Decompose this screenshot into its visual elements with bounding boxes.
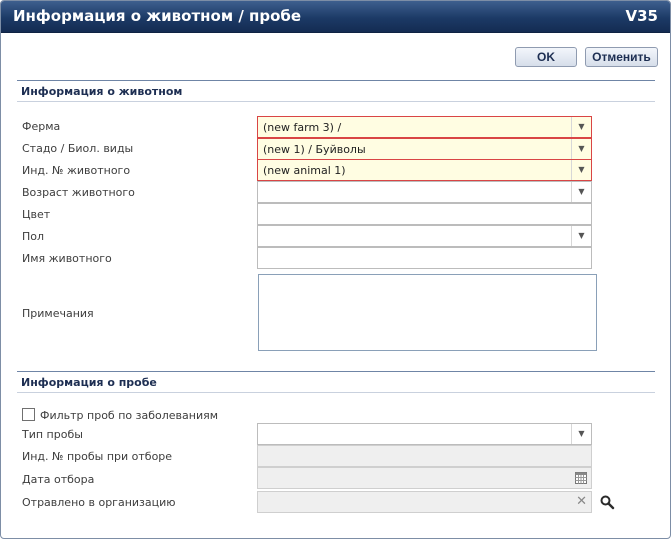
cancel-button[interactable]: Отменить — [585, 47, 658, 67]
field-sample-id-input[interactable] — [257, 445, 592, 467]
version-label: V35 — [625, 7, 658, 25]
color-label: Цвет — [22, 208, 51, 221]
collection-date-input[interactable] — [257, 467, 592, 489]
field-sample-id-label: Инд. № пробы при отборе — [22, 450, 173, 463]
chevron-down-icon[interactable]: ▼ — [571, 182, 591, 202]
age-select[interactable]: ▼ — [257, 181, 592, 203]
disease-filter-checkbox[interactable] — [22, 408, 35, 421]
collection-date-label: Дата отбора — [22, 473, 95, 486]
clear-icon[interactable]: ✕ — [576, 494, 587, 509]
farm-value: (new farm 3) / — [263, 121, 342, 134]
sample-info-section-header: Информация о пробе — [17, 371, 655, 393]
farm-select[interactable]: (new farm 3) / ▼ — [257, 116, 592, 138]
chevron-down-icon[interactable]: ▼ — [571, 424, 591, 444]
herd-select[interactable]: (new 1) / Буйволы ▼ — [257, 138, 592, 160]
animal-name-label: Имя животного — [22, 252, 112, 265]
sample-type-label: Тип пробы — [22, 428, 83, 441]
animal-info-section-title: Информация о животном — [21, 85, 183, 98]
age-label: Возраст животного — [22, 186, 135, 199]
sample-type-select[interactable]: ▼ — [257, 423, 592, 445]
chevron-down-icon[interactable]: ▼ — [571, 117, 591, 137]
ok-button[interactable]: OK — [515, 47, 577, 67]
calendar-icon[interactable] — [575, 471, 587, 484]
notes-label: Примечания — [22, 307, 94, 320]
search-icon[interactable] — [599, 494, 615, 510]
sent-to-label: Отравлено в организацию — [22, 496, 176, 509]
herd-value: (new 1) / Буйволы — [263, 143, 366, 156]
sex-select[interactable]: ▼ — [257, 225, 592, 247]
animal-name-input[interactable] — [257, 247, 592, 269]
animal-id-label: Инд. № животного — [22, 164, 131, 177]
dialog-title: Информация о животном / пробе — [13, 7, 302, 25]
sex-label: Пол — [22, 230, 45, 243]
color-input[interactable] — [257, 203, 592, 225]
animal-sample-dialog: Информация о животном / пробе V35 OK Отм… — [0, 0, 671, 539]
chevron-down-icon[interactable]: ▼ — [571, 226, 591, 246]
notes-textarea[interactable] — [258, 274, 597, 351]
animal-info-section-header: Информация о животном — [17, 80, 655, 102]
herd-label: Стадо / Биол. виды — [22, 142, 134, 155]
animal-id-select[interactable]: (new animal 1) ▼ — [257, 159, 592, 181]
farm-label: Ферма — [22, 120, 61, 133]
dialog-titlebar: Информация о животном / пробе V35 — [1, 1, 670, 33]
disease-filter-label: Фильтр проб по заболеваниям — [40, 409, 219, 422]
chevron-down-icon[interactable]: ▼ — [571, 160, 591, 180]
chevron-down-icon[interactable]: ▼ — [571, 139, 591, 159]
sent-to-input[interactable]: ✕ — [257, 491, 592, 513]
animal-id-value: (new animal 1) — [263, 164, 346, 177]
sample-info-section-title: Информация о пробе — [21, 376, 157, 389]
